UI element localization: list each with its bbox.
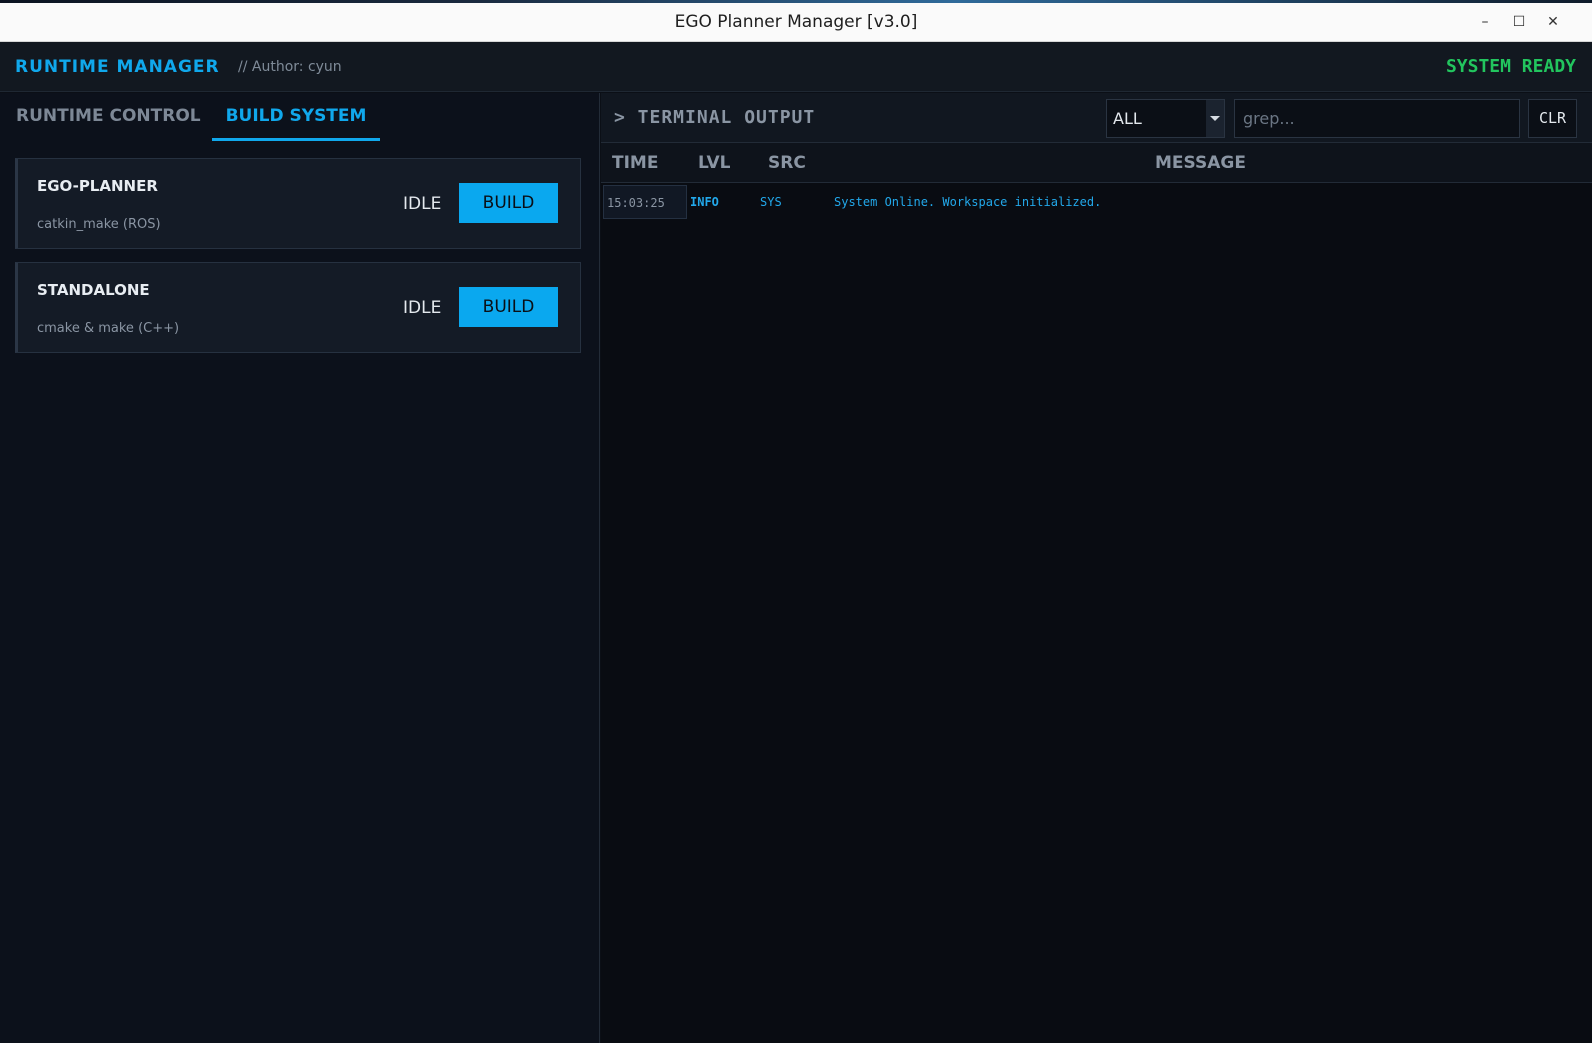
build-target-name: STANDALONE	[37, 281, 150, 299]
build-button-standalone[interactable]: BUILD	[459, 287, 558, 327]
grep-input[interactable]	[1234, 99, 1520, 138]
maximize-icon[interactable]: ☐	[1502, 3, 1536, 42]
build-status: IDLE	[403, 194, 442, 214]
column-header-time: TIME	[612, 153, 659, 173]
build-target-command: catkin_make (ROS)	[37, 217, 161, 232]
system-status: SYSTEM READY	[1445, 56, 1576, 77]
column-header-message: MESSAGE	[1155, 153, 1246, 173]
column-header-level: LVL	[698, 153, 731, 173]
column-header-source: SRC	[768, 153, 806, 173]
window-titlebar: EGO Planner Manager [v3.0] – ☐ ✕	[0, 3, 1592, 42]
minimize-icon[interactable]: –	[1468, 3, 1502, 42]
terminal-title: > TERMINAL OUTPUT	[614, 107, 816, 128]
terminal-header: > TERMINAL OUTPUT ALL CLR	[601, 93, 1592, 143]
build-button-ego-planner[interactable]: BUILD	[459, 183, 558, 223]
log-table-header: TIME LVL SRC MESSAGE	[601, 143, 1592, 183]
tab-build-system[interactable]: BUILD SYSTEM	[212, 93, 380, 141]
window-title: EGO Planner Manager [v3.0]	[674, 12, 918, 32]
terminal-panel: > TERMINAL OUTPUT ALL CLR TIME LVL SRC M…	[601, 93, 1592, 1043]
author-label: // Author: cyun	[238, 59, 342, 75]
build-target-name: EGO-PLANNER	[37, 177, 158, 195]
app-header: RUNTIME MANAGER // Author: cyun SYSTEM R…	[0, 42, 1592, 92]
tab-bar: RUNTIME CONTROL BUILD SYSTEM	[0, 93, 600, 141]
left-panel: RUNTIME CONTROL BUILD SYSTEM EGO-PLANNER…	[0, 93, 600, 1043]
build-target-command: cmake & make (C++)	[37, 321, 180, 336]
clear-button[interactable]: CLR	[1528, 99, 1577, 138]
log-message: System Online. Workspace initialized.	[834, 195, 1102, 209]
app-brand: RUNTIME MANAGER	[15, 57, 220, 77]
log-row: 15:03:25 INFO SYS System Online. Workspa…	[601, 183, 1592, 221]
close-icon[interactable]: ✕	[1536, 3, 1570, 42]
build-card-standalone: STANDALONE cmake & make (C++) IDLE BUILD	[15, 262, 581, 353]
build-status: IDLE	[403, 298, 442, 318]
log-time: 15:03:25	[603, 185, 687, 219]
log-level: INFO	[690, 195, 719, 209]
log-level-filter[interactable]: ALL	[1106, 99, 1225, 138]
chevron-down-icon[interactable]	[1206, 100, 1224, 137]
log-source: SYS	[760, 195, 782, 209]
tab-runtime-control[interactable]: RUNTIME CONTROL	[16, 93, 201, 141]
build-card-ego-planner: EGO-PLANNER catkin_make (ROS) IDLE BUILD	[15, 158, 581, 249]
filter-selected-value: ALL	[1113, 109, 1142, 128]
